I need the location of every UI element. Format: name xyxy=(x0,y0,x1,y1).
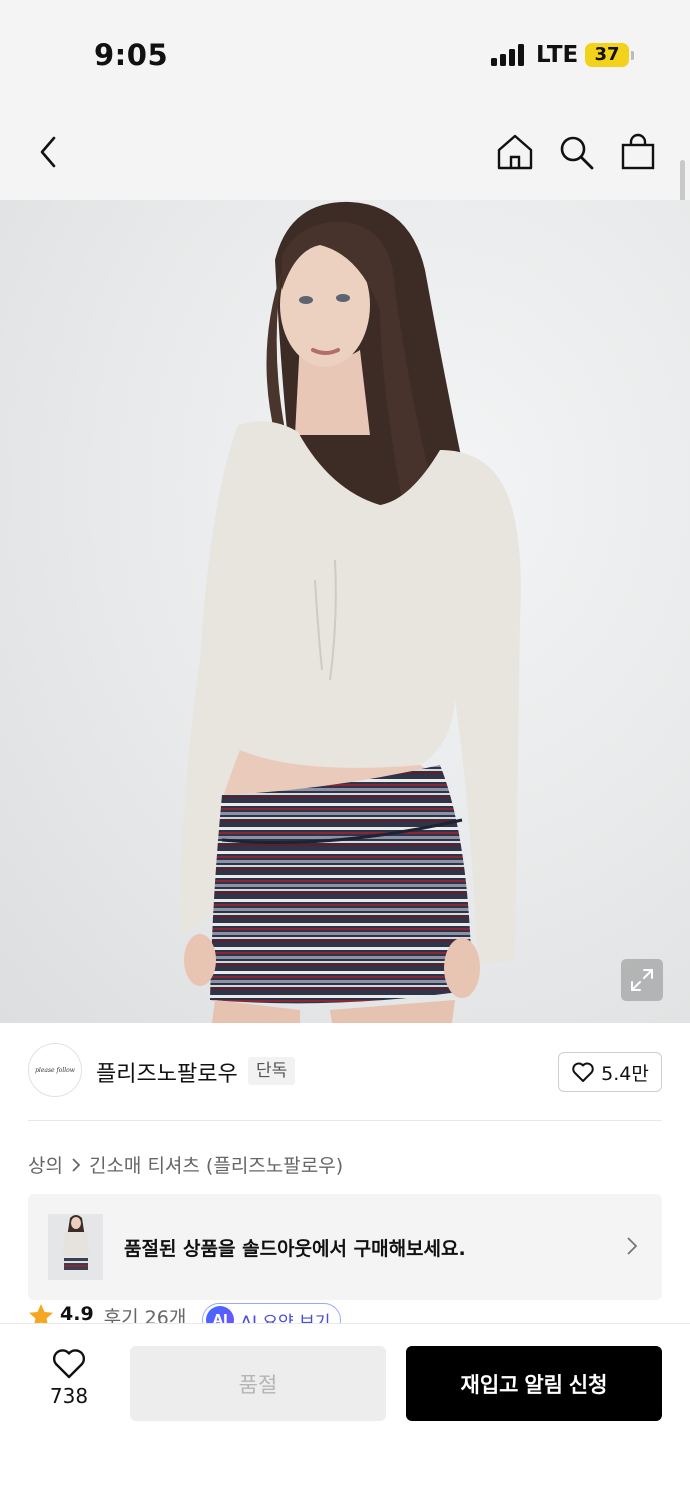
breadcrumb-subcategory[interactable]: 긴소매 티셔츠 (플리즈노팔로우) xyxy=(89,1151,343,1178)
soldout-banner-text: 품절된 상품을 솔드아웃에서 구매해보세요. xyxy=(124,1238,466,1260)
battery-cap xyxy=(631,51,634,60)
expand-icon[interactable] xyxy=(621,959,663,1001)
breadcrumb-category[interactable]: 상의 xyxy=(28,1151,63,1178)
brand-logo[interactable]: please follow xyxy=(28,1043,82,1097)
status-time: 9:05 xyxy=(94,38,169,72)
search-icon[interactable] xyxy=(554,130,598,174)
network-type: LTE xyxy=(536,42,579,68)
battery-icon: 37 xyxy=(585,43,629,67)
exclusive-badge: 단독 xyxy=(248,1057,296,1085)
home-icon[interactable] xyxy=(493,130,537,174)
wishlist-count: 738 xyxy=(49,1384,89,1408)
brand-name[interactable]: 플리즈노팔로우 xyxy=(96,1056,238,1088)
cellular-signal-icon xyxy=(491,44,525,66)
back-chevron-icon[interactable] xyxy=(26,130,70,174)
status-bar: 9:05 LTE 37 xyxy=(0,0,690,110)
heart-icon xyxy=(572,1062,594,1082)
product-image[interactable] xyxy=(0,200,690,1023)
restock-alert-button[interactable]: 재입고 알림 신청 xyxy=(406,1346,662,1421)
brand-row: please follow 플리즈노팔로우 단독 5.4만 xyxy=(28,1043,662,1101)
divider xyxy=(28,1120,662,1121)
breadcrumb: 상의 긴소매 티셔츠 (플리즈노팔로우) xyxy=(28,1151,343,1178)
heart-icon xyxy=(52,1349,86,1379)
chevron-right-icon xyxy=(72,1157,81,1172)
top-nav xyxy=(0,110,690,200)
banner-thumbnail xyxy=(48,1214,103,1280)
brand-like-button[interactable]: 5.4만 xyxy=(558,1052,662,1092)
brand-like-count: 5.4만 xyxy=(601,1062,649,1085)
soldout-banner[interactable]: 품절된 상품을 솔드아웃에서 구매해보세요. xyxy=(28,1194,662,1300)
chevron-right-icon xyxy=(627,1237,638,1255)
shopping-bag-icon[interactable] xyxy=(616,130,660,174)
wishlist-button[interactable]: 738 xyxy=(34,1348,104,1418)
bottom-action-bar: 738 품절 재입고 알림 신청 xyxy=(0,1323,690,1500)
rating-score: 4.9 xyxy=(60,1303,94,1325)
soldout-button: 품절 xyxy=(130,1346,386,1421)
